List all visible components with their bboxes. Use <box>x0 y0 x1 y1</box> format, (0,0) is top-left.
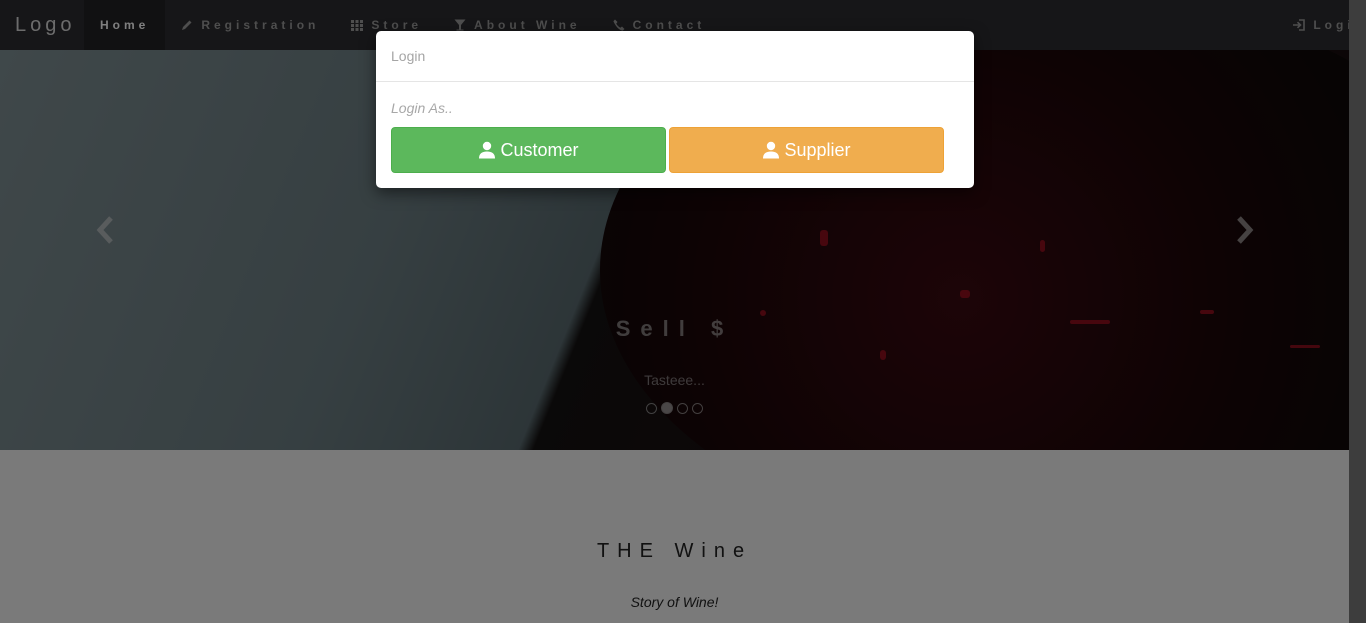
supplier-button[interactable]: Supplier <box>669 127 944 173</box>
login-modal: Login Login As.. Customer Supplier <box>376 31 974 188</box>
supplier-button-label: Supplier <box>784 139 851 160</box>
customer-button[interactable]: Customer <box>391 127 666 173</box>
login-role-buttons: Customer Supplier <box>391 127 944 173</box>
customer-button-label: Customer <box>500 139 579 160</box>
modal-header: Login <box>376 31 974 82</box>
user-icon <box>478 141 496 159</box>
login-as-prompt: Login As.. <box>391 100 453 116</box>
modal-title: Login <box>391 48 426 64</box>
user-icon <box>762 141 780 159</box>
modal-body: Login As.. Customer Supplier <box>376 82 974 173</box>
